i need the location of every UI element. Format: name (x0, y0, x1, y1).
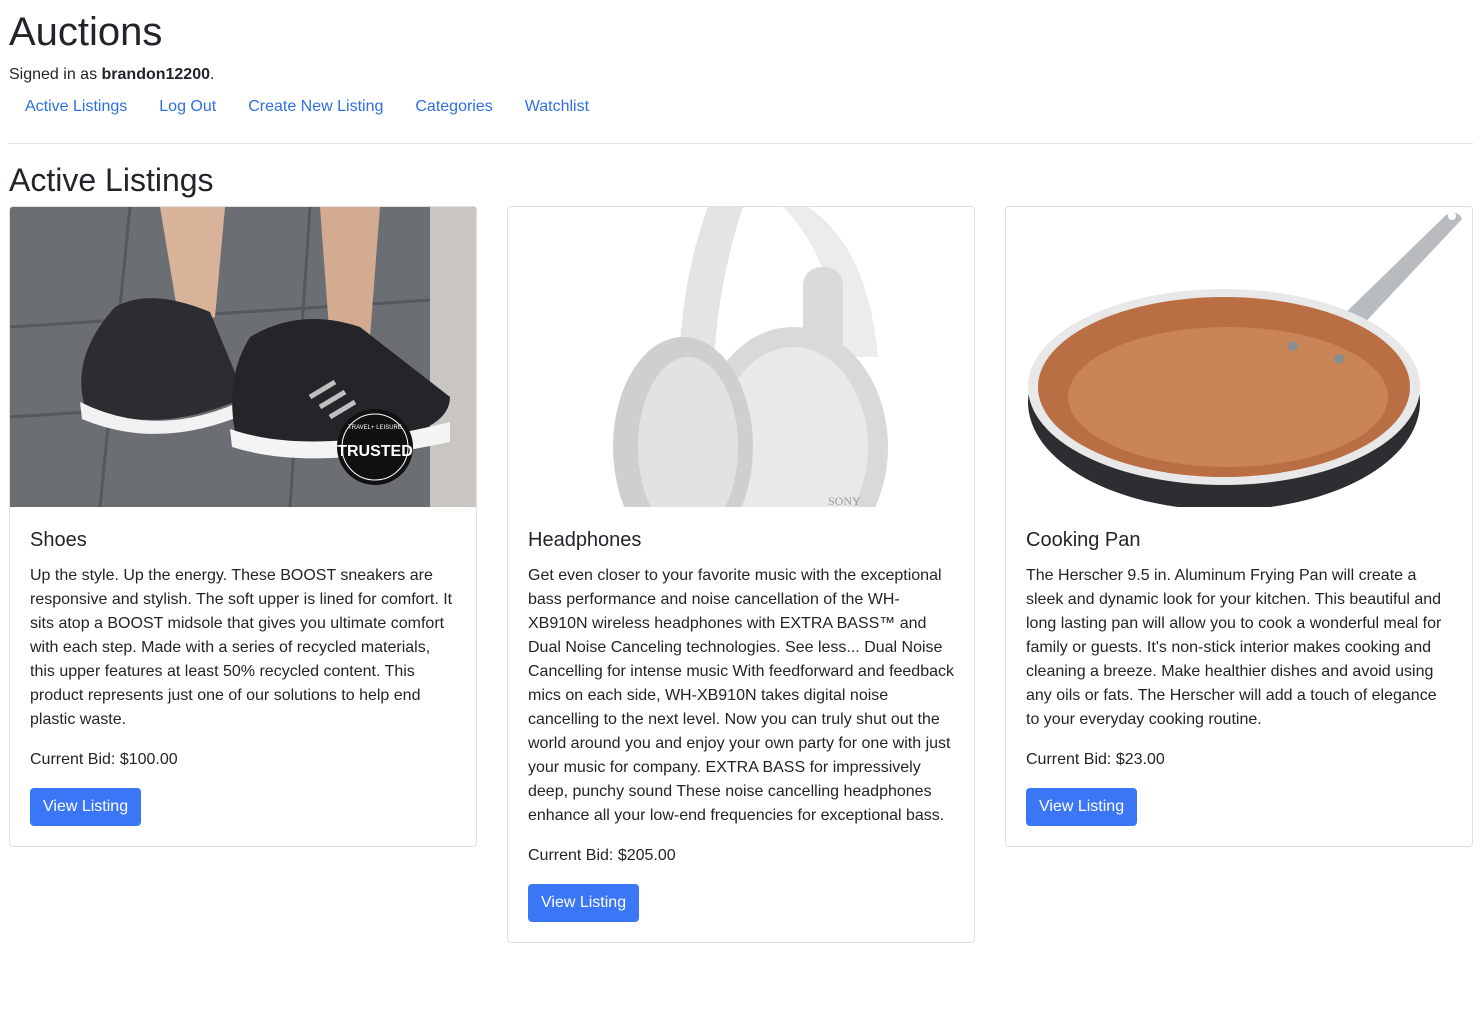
page-heading: Active Listings (9, 162, 214, 198)
current-bid: Current Bid: $205.00 (528, 847, 676, 864)
brand-mark: SONY (828, 494, 861, 507)
current-bid: Current Bid: $100.00 (30, 751, 178, 768)
listing-description: Up the style. Up the energy. These BOOST… (30, 567, 453, 728)
main-nav: Active Listings Log Out Create New Listi… (9, 96, 605, 118)
username: brandon12200 (101, 66, 210, 83)
current-bid: Current Bid: $23.00 (1026, 751, 1165, 768)
listing-image-cooking-pan[interactable] (1006, 207, 1472, 507)
listing-description: Get even closer to your favorite music w… (528, 567, 954, 824)
listing-title: Headphones (528, 529, 642, 551)
nav-watchlist[interactable]: Watchlist (509, 96, 605, 118)
signed-in-prefix: Signed in as (9, 66, 102, 83)
signed-in-suffix: . (210, 66, 215, 83)
badge-main-text: TRUSTED (337, 443, 413, 460)
view-listing-button[interactable]: View Listing (528, 884, 640, 922)
nav-categories[interactable]: Categories (399, 96, 508, 118)
listing-card-headphones: SONY Headphones Get even closer to your … (507, 206, 975, 943)
listing-title: Shoes (30, 529, 87, 551)
signed-in-status: Signed in as brandon12200. (9, 64, 214, 86)
nav-log-out[interactable]: Log Out (143, 96, 232, 118)
listing-body: Headphones Get even closer to your favor… (508, 507, 974, 942)
listing-card-cooking-pan: Cooking Pan The Herscher 9.5 in. Aluminu… (1005, 206, 1473, 847)
view-listing-button[interactable]: View Listing (1026, 788, 1138, 826)
listing-body: Shoes Up the style. Up the energy. These… (10, 507, 476, 846)
nav-create-new-listing[interactable]: Create New Listing (232, 96, 399, 118)
site-title: Auctions (9, 10, 163, 54)
view-listing-button[interactable]: View Listing (30, 788, 142, 826)
pan-photo (1006, 207, 1472, 507)
listing-description: The Herscher 9.5 in. Aluminum Frying Pan… (1026, 567, 1442, 728)
headphones-photo: SONY (508, 207, 974, 507)
listing-body: Cooking Pan The Herscher 9.5 in. Aluminu… (1006, 507, 1472, 846)
listing-card-shoes: TRAVEL+ LEISURE TRUSTED Shoes Up the sty… (9, 206, 477, 847)
listing-title: Cooking Pan (1026, 529, 1141, 551)
listing-image-headphones[interactable]: SONY (508, 207, 974, 507)
listing-image-shoes[interactable]: TRAVEL+ LEISURE TRUSTED (10, 207, 476, 507)
shoes-photo: TRAVEL+ LEISURE TRUSTED (10, 207, 476, 507)
nav-active-listings[interactable]: Active Listings (9, 96, 143, 118)
header-divider (9, 143, 1473, 144)
badge-top-text: TRAVEL+ LEISURE (348, 425, 402, 431)
